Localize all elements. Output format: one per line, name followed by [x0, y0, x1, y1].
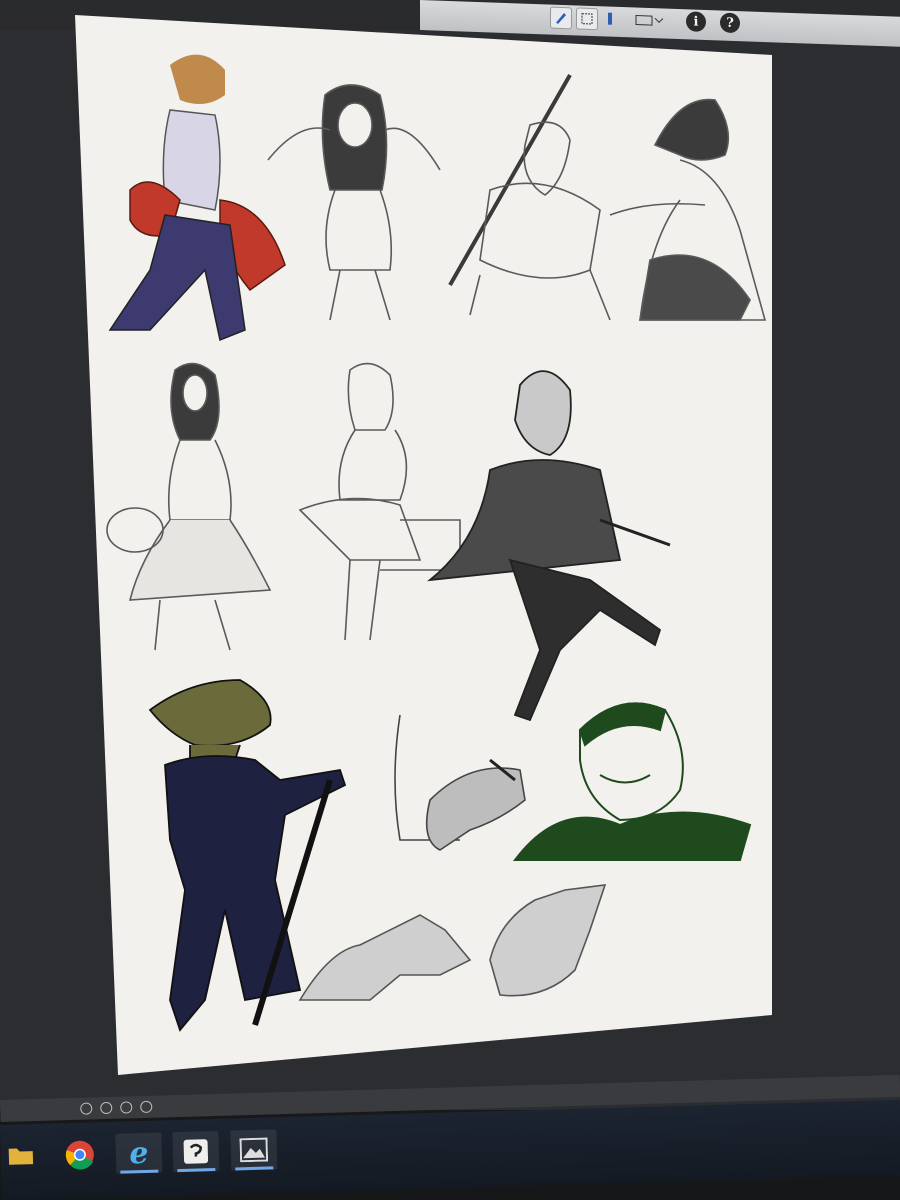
help-icon[interactable]: ?	[720, 12, 740, 34]
status-icon-b[interactable]	[100, 1101, 113, 1115]
folder-icon[interactable]	[7, 1142, 36, 1169]
status-icon-a[interactable]	[80, 1102, 93, 1115]
info-icon[interactable]: i	[686, 11, 706, 32]
pen-tool-icon[interactable]	[550, 6, 572, 30]
selection-tool-icon[interactable]	[576, 7, 598, 31]
monitor-photo: i ? e	[0, 0, 900, 1200]
status-icon-c[interactable]	[120, 1101, 133, 1114]
dropdown-icon[interactable]	[634, 9, 664, 30]
app-workspace	[0, 30, 900, 1110]
ie-glyph: e	[128, 1135, 149, 1171]
status-icon-d[interactable]	[140, 1100, 153, 1114]
photos-icon[interactable]	[230, 1129, 278, 1171]
ie-icon[interactable]: e	[115, 1132, 163, 1174]
chrome-icon[interactable]	[56, 1134, 103, 1175]
layer-icon[interactable]	[600, 8, 620, 29]
clip-studio-icon[interactable]	[172, 1130, 220, 1173]
